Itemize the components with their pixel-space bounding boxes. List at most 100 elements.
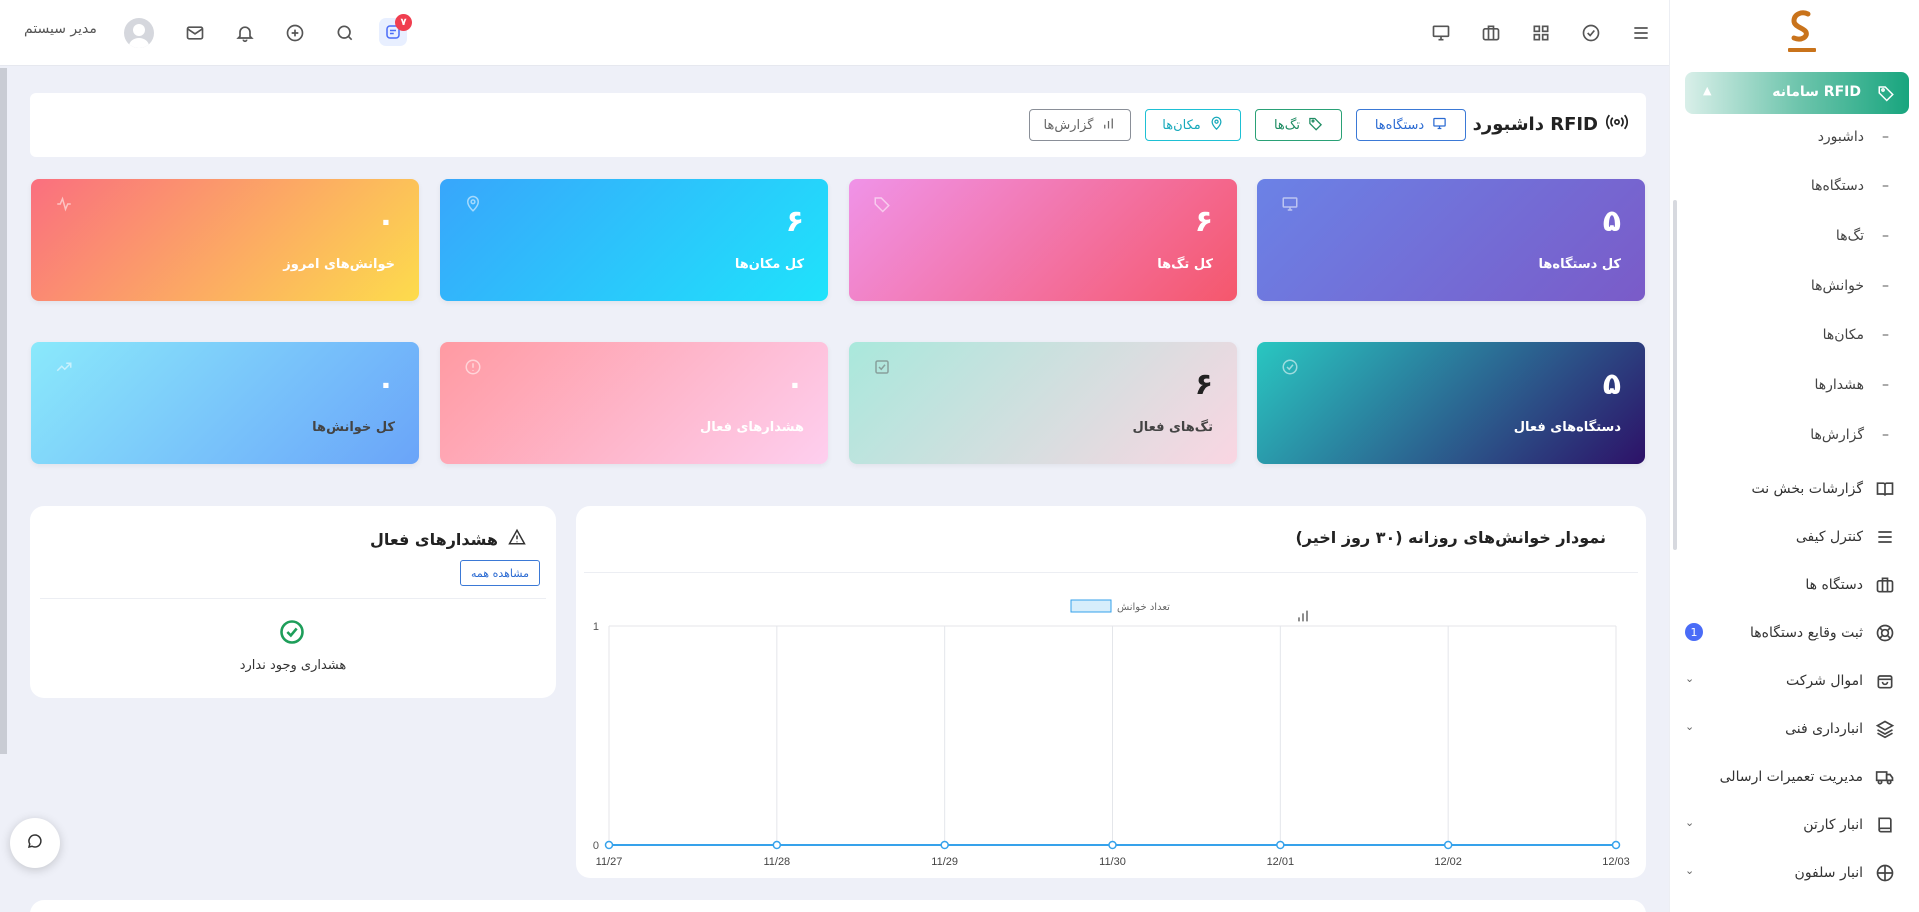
menu-icon[interactable] xyxy=(1629,21,1653,45)
divider xyxy=(584,572,1638,573)
x-tick-label: 11/27 xyxy=(596,856,623,868)
sidebar-item-company-assets[interactable]: ⌄ اموال شرکت xyxy=(1685,669,1895,693)
stat-value: ۵ xyxy=(1602,204,1621,239)
mail-icon[interactable] xyxy=(183,21,207,45)
plus-icon[interactable] xyxy=(283,21,307,45)
card-today-reads[interactable]: ۰ خوانش‌های امروز xyxy=(31,179,419,301)
stat-label: کل خوانش‌ها xyxy=(312,420,395,435)
sidebar-sub-devices[interactable]: دستگاه‌ها – xyxy=(1811,178,1889,194)
data-point xyxy=(1276,840,1285,850)
sidebar-sub-dashboard[interactable]: داشبورد – xyxy=(1818,129,1889,145)
tag-icon xyxy=(1877,84,1895,106)
check-circle-icon xyxy=(278,618,306,650)
card-active-tags[interactable]: ۶ تگ‌های فعال xyxy=(849,342,1237,464)
card-total-tags[interactable]: ۶ کل تگ‌ها xyxy=(849,179,1237,301)
top-bar: مدیر سیستم ۷ xyxy=(0,0,1669,66)
alerts-panel: هشدارهای فعال مشاهده همه هشداری وجود ندا… xyxy=(30,506,556,698)
stat-label: دستگاه‌های فعال xyxy=(1513,420,1621,435)
sidebar-sub-alerts[interactable]: هشدارها – xyxy=(1814,377,1889,393)
chevron-up-icon: ▲ xyxy=(1703,84,1712,97)
sidebar-item-cellophane-warehouse[interactable]: ⌄ انبار سلفون xyxy=(1685,861,1895,885)
briefcase-icon xyxy=(1875,575,1895,595)
devices-button[interactable]: دستگاه‌ها xyxy=(1356,109,1466,141)
card-total-reads[interactable]: ۰ کل خوانش‌ها xyxy=(31,342,419,464)
x-tick-label: 12/01 xyxy=(1267,856,1295,868)
warning-icon xyxy=(508,528,526,550)
briefcase-icon[interactable] xyxy=(1479,21,1503,45)
sidebar-item-repair-management[interactable]: مدیریت تعمیرات ارسالی xyxy=(1685,765,1895,789)
user-name[interactable]: مدیر سیستم xyxy=(24,21,97,37)
activity-icon xyxy=(55,195,73,217)
layers-icon xyxy=(1875,719,1895,739)
data-point xyxy=(772,840,782,850)
x-tick-label: 12/02 xyxy=(1434,856,1462,868)
stat-label: کل مکان‌ها xyxy=(734,257,804,272)
sidebar-item-carton-warehouse[interactable]: ⌄ انبار کارتن xyxy=(1685,813,1895,837)
sidebar-item-maintenance-reports[interactable]: گزارشات بخش نت xyxy=(1685,477,1895,501)
search-icon[interactable] xyxy=(333,21,357,45)
card-active-alerts[interactable]: ۰ هشدارهای فعال xyxy=(440,342,828,464)
stat-label: هشدارهای فعال xyxy=(699,420,804,435)
stat-value: ۰ xyxy=(376,367,395,402)
book-icon xyxy=(1875,479,1895,499)
sidebar-sub-locations[interactable]: مکان‌ها – xyxy=(1823,327,1889,343)
tag-icon xyxy=(873,195,891,217)
sidebar-sub-tags[interactable]: تگ‌ها – xyxy=(1836,228,1889,244)
tags-button[interactable]: تگ‌ها xyxy=(1255,109,1342,141)
data-point xyxy=(1611,840,1621,850)
sidebar-section-rfid[interactable]: ▲ سامانه RFID xyxy=(1685,72,1909,114)
stat-label: کل تگ‌ها xyxy=(1157,257,1213,272)
lifebuoy-icon xyxy=(1875,623,1895,643)
sidebar-item-device-events[interactable]: 1 ثبت وقایع دستگاه‌ها xyxy=(1685,621,1895,645)
broadcast-icon xyxy=(1605,113,1629,136)
notification-badge: ۷ xyxy=(395,14,412,31)
page-title: داشبورد RFID xyxy=(1473,113,1629,136)
reports-button[interactable]: گزارش‌ها xyxy=(1029,109,1131,141)
avatar[interactable] xyxy=(124,18,154,48)
grid-icon[interactable] xyxy=(1529,21,1553,45)
x-tick-label: 11/29 xyxy=(931,856,958,868)
sidebar-sub-reads[interactable]: خوانش‌ها – xyxy=(1811,278,1889,294)
sidebar-scrollbar[interactable] xyxy=(1673,200,1677,550)
map-pin-icon xyxy=(464,195,482,217)
sidebar-item-quality-control[interactable]: کنترل کیفی xyxy=(1685,525,1895,549)
sidebar: ▲ سامانه RFID داشبورد – دستگاه‌ها – تگ‌ها –… xyxy=(1669,0,1919,912)
sidebar-sub-reports[interactable]: گزارش‌ها – xyxy=(1810,427,1889,443)
data-point xyxy=(604,840,614,850)
bell-icon[interactable] xyxy=(233,21,257,45)
page-scrollbar[interactable] xyxy=(0,68,7,754)
view-all-button[interactable]: مشاهده همه xyxy=(460,560,540,586)
legend-swatch xyxy=(1070,599,1112,613)
daily-reads-chart: 0 1 11/27 11/28 11/29 11/30 12/01 12/02 12/03 تعد… xyxy=(593,599,1630,868)
card-total-locations[interactable]: ۶ کل مکان‌ها xyxy=(440,179,828,301)
bag-icon xyxy=(1875,671,1895,691)
card-active-devices[interactable]: ۵ دستگاه‌های فعال xyxy=(1257,342,1645,464)
x-tick-label: 11/30 xyxy=(1099,856,1126,868)
stat-label: کل دستگاه‌ها xyxy=(1538,257,1621,272)
sidebar-item-devices[interactable]: دستگاه ها xyxy=(1685,573,1895,597)
data-point xyxy=(1443,840,1453,850)
data-point xyxy=(940,840,949,850)
company-logo xyxy=(1788,10,1816,52)
legend-label: تعداد خوانش xyxy=(1117,602,1170,613)
check-circle-icon[interactable] xyxy=(1579,21,1603,45)
monitor-icon xyxy=(1432,116,1447,135)
bar-chart-icon xyxy=(1101,116,1116,135)
alert-circle-icon xyxy=(464,358,482,380)
stat-value: ۰ xyxy=(376,204,395,239)
book-icon xyxy=(1875,815,1895,835)
stat-value: ۶ xyxy=(1194,367,1213,402)
locations-button[interactable]: مکان‌ها xyxy=(1145,109,1241,141)
monitor-icon[interactable] xyxy=(1429,21,1453,45)
monitor-icon xyxy=(1281,195,1299,217)
truck-icon xyxy=(1875,767,1895,787)
card-total-devices[interactable]: ۵ کل دستگاه‌ها xyxy=(1257,179,1645,301)
bottom-panel xyxy=(30,900,1646,912)
list-icon xyxy=(1875,527,1895,547)
sidebar-item-technical-warehouse[interactable]: ⌄ انبارداری فنی xyxy=(1685,717,1895,741)
chat-float-button[interactable] xyxy=(10,818,60,868)
chevron-down-icon: ⌄ xyxy=(1685,816,1695,829)
chart-title: نمودار خوانش‌های روزانه (۳۰ روز اخیر) xyxy=(1295,528,1616,622)
divider xyxy=(40,598,546,599)
data-point xyxy=(1108,840,1117,850)
